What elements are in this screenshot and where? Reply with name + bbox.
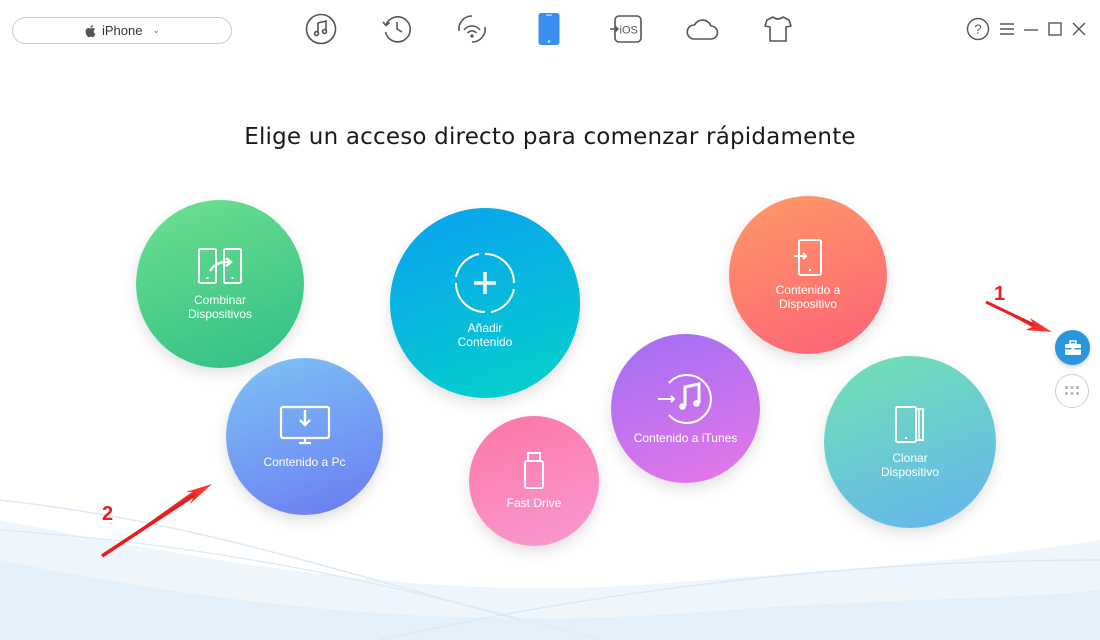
merge-devices-icon (198, 248, 242, 284)
grid-view-button[interactable] (1055, 374, 1089, 408)
minimize-button[interactable] (1020, 18, 1042, 40)
clock-history-icon (382, 16, 412, 43)
nav-ios-icon[interactable]: iOS (609, 12, 643, 46)
nav-wifi-icon[interactable] (455, 12, 489, 46)
help-icon: ? (966, 17, 990, 41)
content-to-pc-button[interactable]: Contenido a Pc (226, 358, 383, 515)
minimize-icon (1024, 29, 1038, 31)
svg-text:iOS: iOS (620, 25, 638, 37)
nav-icloud-icon[interactable] (685, 12, 719, 46)
add-content-button[interactable]: Añadir Contenido (390, 208, 580, 398)
phone-icon (538, 13, 560, 45)
device-name: iPhone (101, 23, 143, 38)
menu-button[interactable] (996, 18, 1018, 40)
merge-devices-label: Combinar Dispositivos (187, 293, 253, 321)
add-plus-icon (455, 253, 515, 313)
content-to-device-button[interactable]: Contenido a Dispositivo (729, 196, 887, 354)
content-to-itunes-label: Contenido a iTunes (633, 430, 738, 445)
maximize-icon (1048, 22, 1062, 36)
apple-icon (85, 24, 96, 37)
clone-device-button[interactable]: Clonar Dispositivo (824, 356, 996, 528)
nav-history-icon[interactable] (380, 12, 414, 46)
close-button[interactable] (1068, 18, 1090, 40)
device-selector[interactable]: iPhone ⌄ (12, 17, 232, 44)
menu-icon (1000, 23, 1014, 35)
annotation-number-1: 1 (994, 283, 1006, 305)
clone-device-label: Clonar Dispositivo (880, 451, 940, 479)
usb-drive-icon (524, 452, 544, 489)
page-title: Elige un acceso directo para comenzar rá… (244, 124, 856, 150)
help-button[interactable]: ? (966, 17, 990, 41)
maximize-button[interactable] (1044, 18, 1066, 40)
fast-drive-button[interactable]: Fast Drive (469, 416, 599, 546)
chevron-down-icon: ⌄ (152, 25, 161, 35)
content-to-itunes-button[interactable]: Contenido a iTunes (611, 334, 760, 483)
clone-device-icon (895, 406, 924, 443)
wifi-icon (458, 15, 486, 43)
annotation-number-2: 2 (102, 503, 114, 525)
ios-icon: iOS (610, 15, 642, 43)
nav-device-icon[interactable] (532, 12, 566, 46)
content-to-pc-label: Contenido a Pc (263, 454, 346, 469)
music-note-icon (305, 13, 337, 45)
add-content-label: Añadir Contenido (457, 321, 513, 349)
merge-devices-button[interactable]: Combinar Dispositivos (136, 200, 304, 368)
app-window: iPhone ⌄ iOS ? Elige un acceso directo p… (0, 0, 1100, 640)
fast-drive-label: Fast Drive (506, 496, 562, 510)
nav-tools-icon[interactable] (761, 12, 795, 46)
grid-icon (1065, 386, 1079, 395)
tshirt-icon (764, 16, 792, 42)
monitor-download-icon (279, 405, 330, 444)
content-to-device-icon (794, 239, 822, 276)
toolbox-button[interactable] (1055, 330, 1090, 365)
toolbox-icon (1064, 339, 1081, 355)
itunes-icon (657, 373, 712, 424)
cloud-icon (686, 19, 719, 40)
svg-text:?: ? (974, 22, 981, 37)
close-icon (1072, 22, 1086, 36)
content-to-device-label: Contenido a Dispositivo (775, 283, 841, 311)
nav-music-icon[interactable] (304, 12, 338, 46)
